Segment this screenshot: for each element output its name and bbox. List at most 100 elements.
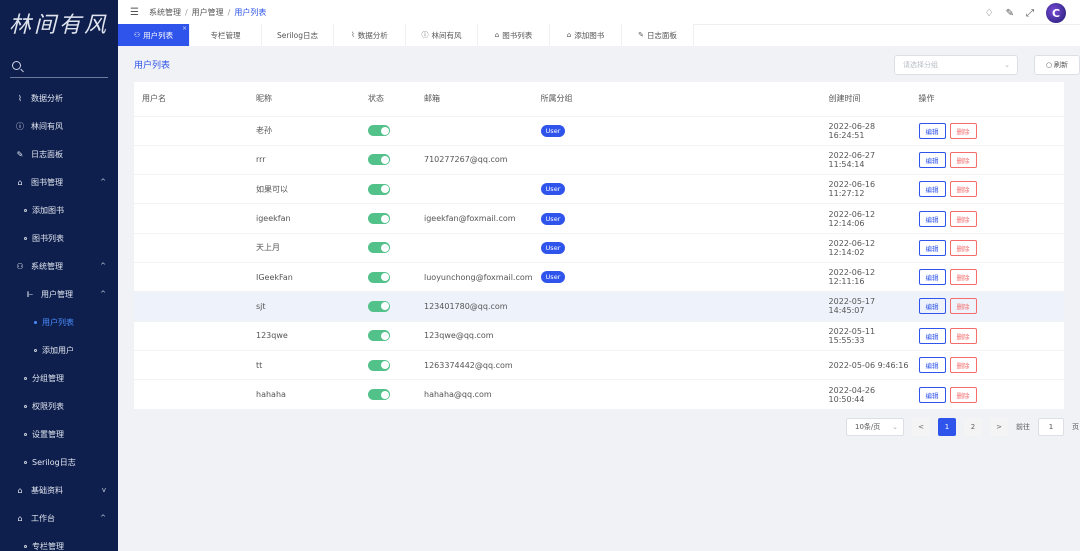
sidebar-item-settings[interactable]: 设置管理 [0,420,118,448]
status-toggle[interactable] [368,125,390,137]
status-toggle[interactable] [368,242,390,254]
edit-button[interactable]: 编辑 [918,181,946,198]
tab-book-list[interactable]: ⌂ 图书列表 [478,24,550,46]
status-toggle[interactable] [368,359,390,371]
goto-label: 前往 [1016,423,1030,431]
cell-username [134,174,248,204]
sidebar-item-label: 图书管理 [31,177,63,187]
edit-button[interactable]: 编辑 [918,386,946,403]
menu-search[interactable] [10,54,108,78]
edit-button[interactable]: 编辑 [918,298,946,315]
breadcrumb-item[interactable]: 用户管理 [192,8,224,17]
table-row: rrr 710277267@qq.com 2022-06-27 11:54:14 编辑… [134,144,1064,175]
delete-button[interactable]: 删除 [949,269,977,286]
sidebar-item-book-list[interactable]: 图书列表 [0,224,118,252]
cell-created: 2022-06-27 11:54:14 [820,144,911,175]
status-toggle[interactable] [368,389,390,401]
refresh-button[interactable]: ○ 刷新 [1034,55,1080,75]
delete-button[interactable]: 删除 [949,210,977,227]
delete-button[interactable]: 删除 [949,122,977,139]
sidebar-item-system-management[interactable]: ⚇ 系统管理 ^ [0,252,118,280]
prev-page-button[interactable]: < [912,418,930,436]
fullscreen-icon[interactable]: ⤢ [1026,8,1034,19]
edit-button[interactable]: 编辑 [918,151,946,168]
cell-email: luoyunchong@foxmail.com [416,261,533,292]
status-toggle[interactable] [368,300,390,312]
status-toggle[interactable] [368,330,390,342]
cell-email [416,115,533,146]
sidebar-item-label: 用户管理 [41,289,73,299]
sidebar-item-user-management[interactable]: ⊩ 用户管理 ^ [0,280,118,308]
delete-button[interactable]: 删除 [949,386,977,403]
sidebar-item-column-management[interactable]: 专栏管理 [0,532,118,551]
user-manage-icon: ⊩ [26,289,34,299]
sidebar-item-base-data[interactable]: ⌂ 基础资料 v [0,476,118,504]
cell-nickname: hahaha [248,379,360,409]
avatar[interactable]: C [1046,3,1066,23]
edit-button[interactable]: 编辑 [918,357,946,374]
book-icon: ⌂ [17,485,23,495]
delete-button[interactable]: 删除 [949,239,977,256]
delete-button[interactable]: 删除 [949,181,977,198]
cell-actions: 编辑 删除 [910,115,1064,146]
tab-user-list[interactable]: ⚇ 用户列表 × [118,24,190,46]
chevron-up-icon: ^ [100,514,106,522]
goto-page-input[interactable]: 1 [1038,418,1064,436]
cell-actions: 编辑 删除 [910,203,1064,234]
status-toggle[interactable] [368,183,390,195]
status-toggle[interactable] [368,271,390,283]
chevron-up-icon: ^ [100,290,106,298]
sidebar-item-data-analysis[interactable]: ⌇ 数据分析 [0,84,118,112]
sidebar: 林间有风 ⌇ 数据分析 ⓘ 林间有风 ✎ 日志面板 ⌂ 图书管理 ^ 添加图书 … [0,0,118,551]
page-title: 用户列表 [134,60,171,71]
sidebar-item-add-user[interactable]: 添加用户 [0,336,118,364]
cell-group: User [532,203,821,234]
sidebar-item-add-book[interactable]: 添加图书 [0,196,118,224]
tab-serilog[interactable]: Serilog日志 [262,24,334,46]
magic-wand-icon[interactable]: ✎ [1006,8,1014,19]
tab-data-analysis[interactable]: ⌇ 数据分析 [334,24,406,46]
sidebar-item-user-list[interactable]: 用户列表 [0,308,118,336]
breadcrumb-item[interactable]: 系统管理 [149,8,181,17]
delete-button[interactable]: 删除 [949,327,977,344]
tab-linjianyoufeng[interactable]: ⓘ 林间有风 [406,24,478,46]
tab-add-book[interactable]: ⌂ 添加图书 [550,24,622,46]
status-toggle[interactable] [368,154,390,166]
close-icon[interactable]: × [182,25,187,32]
tab-log-panel[interactable]: ✎ 日志面板 [622,24,694,46]
page-button-1[interactable]: 1 [938,418,956,436]
edit-button[interactable]: 编辑 [918,122,946,139]
delete-button[interactable]: 删除 [949,357,977,374]
tab-column-management[interactable]: 专栏管理 [190,24,262,46]
group-select[interactable]: 请选择分组 ⌄ [894,55,1018,75]
chevron-up-icon: ^ [100,178,106,186]
status-toggle[interactable] [368,213,390,225]
next-page-button[interactable]: > [990,418,1008,436]
cell-username [134,144,248,175]
sidebar-item-serilog[interactable]: Serilog日志 [0,448,118,476]
users-icon: ⚇ [16,261,24,271]
sidebar-item-log-panel[interactable]: ✎ 日志面板 [0,140,118,168]
table-row: tt 1263374442@qq.com 2022-05-06 9:46:16 编辑删… [134,349,1064,380]
sidebar-item-book-management[interactable]: ⌂ 图书管理 ^ [0,168,118,196]
page-button-2[interactable]: 2 [964,418,982,436]
users-icon: ⚇ [133,31,141,39]
page-size-select[interactable]: 10条/页 ⌄ [846,418,904,436]
delete-button[interactable]: 删除 [949,151,977,168]
cell-status [360,144,416,175]
sidebar-item-linjianyoufeng[interactable]: ⓘ 林间有风 [0,112,118,140]
sidebar-item-workbench[interactable]: ⌂ 工作台 ^ [0,504,118,532]
delete-button[interactable]: 删除 [949,298,977,315]
tab-label: 添加图书 [574,30,605,40]
sidebar-item-group-management[interactable]: 分组管理 [0,364,118,392]
page-size-label: 10条/页 [855,423,881,431]
sidebar-item-permission-list[interactable]: 权限列表 [0,392,118,420]
edit-button[interactable]: 编辑 [918,210,946,227]
edit-button[interactable]: 编辑 [918,269,946,286]
table-row: IGeekFan luoyunchong@foxmail.com User 2022-… [134,261,1064,292]
edit-button[interactable]: 编辑 [918,239,946,256]
bell-icon[interactable]: ♢ [985,8,994,19]
menu-toggle-icon[interactable]: ☰ [130,7,139,18]
edit-button[interactable]: 编辑 [918,327,946,344]
top-bar: ☰ 系统管理 / 用户管理 / 用户列表 ♢ ✎ ⤢ C [118,0,1080,24]
